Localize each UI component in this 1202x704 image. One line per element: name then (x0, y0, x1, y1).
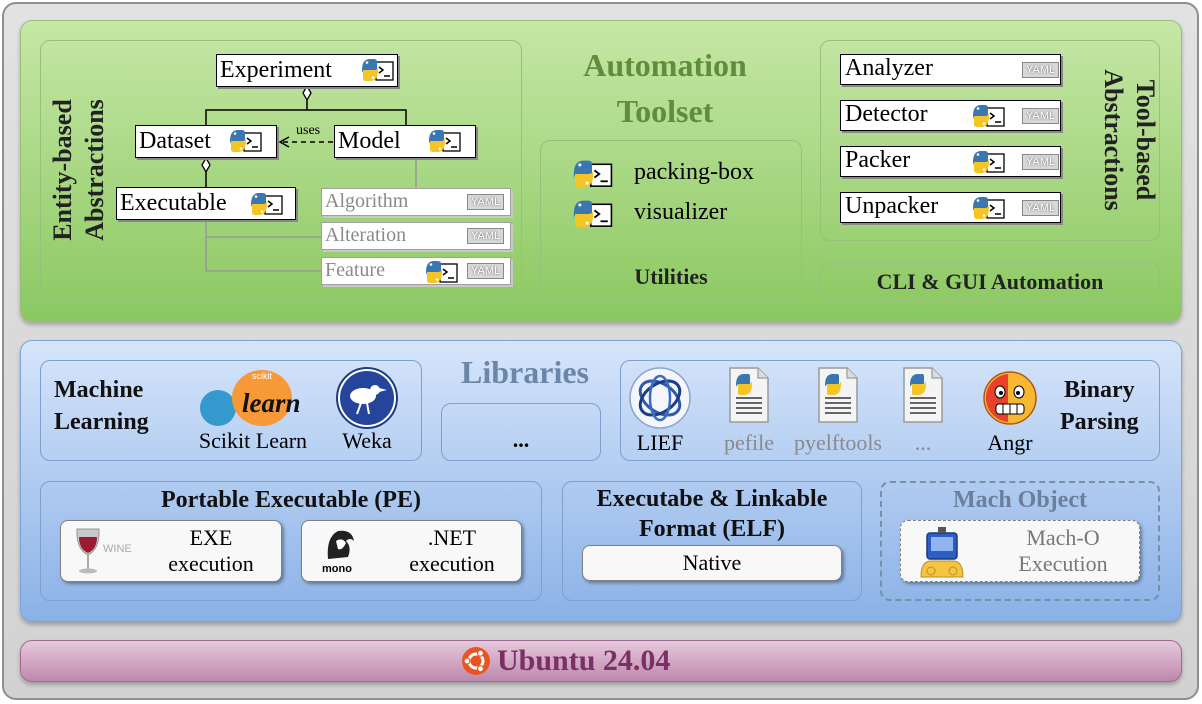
python-shell-icon (572, 199, 613, 229)
lief-label: LIEF (636, 430, 684, 455)
elf-title: Executabe & Linkable Format (ELF) (596, 486, 828, 542)
entity-model-label: Model (338, 128, 401, 154)
tool-analyzer-label: Analyzer (845, 55, 933, 81)
scikit-learn-label: Scikit Learn (198, 428, 308, 453)
ubuntu-label: Ubuntu 24.04 (497, 644, 671, 677)
scikit-logo-text: scikit (252, 371, 272, 381)
python-shell-icon (425, 260, 458, 284)
weka-bird-icon (336, 367, 398, 429)
entity-alteration: Alteration YAML (321, 222, 511, 250)
more-libraries: ... (441, 403, 601, 461)
python-shell-icon (229, 129, 262, 153)
wine-glass-icon (76, 528, 100, 574)
robot-mascot-icon (920, 527, 964, 578)
python-shell-icon (428, 129, 461, 153)
mono-logo-text: mono (322, 563, 352, 575)
entity-feature: Feature YAML (321, 257, 511, 285)
tool-detector-label: Detector (845, 101, 928, 127)
pe-title: Portable Executable (PE) (161, 487, 421, 513)
utility-packing-box-label: packing-box (634, 159, 754, 185)
tool-packer: Packer YAML (840, 146, 1061, 177)
net-execution-label: .NET execution (409, 525, 495, 576)
exe-execution-card: WINE EXE execution (60, 520, 282, 582)
mach-object-title: Mach Object (953, 487, 1087, 513)
tool-detector: Detector YAML (840, 100, 1061, 131)
entity-algorithm: Algorithm YAML (321, 188, 511, 216)
entity-model: Model (334, 125, 476, 158)
exe-execution-label: EXE execution (168, 525, 254, 576)
python-document-icon (729, 367, 769, 423)
ubuntu-logo-icon (462, 647, 490, 675)
uses-label: uses (296, 123, 321, 138)
entity-algorithm-label: Algorithm (325, 190, 409, 212)
macho-execution-card: Mach-O Execution (900, 520, 1140, 582)
angr-face-icon (983, 371, 1037, 425)
tool-packer-label: Packer (845, 147, 911, 173)
more-parsers-label: ... (914, 430, 932, 455)
entity-dataset-label: Dataset (139, 128, 211, 154)
entity-experiment: Experiment (216, 54, 398, 87)
weka-label: Weka (342, 428, 392, 453)
elf-native-card: Native (582, 545, 842, 581)
cli-gui-automation: CLI & GUI Automation (820, 262, 1160, 301)
entity-alteration-label: Alteration (325, 224, 407, 246)
libraries-title: Libraries (461, 354, 589, 390)
machine-learning-label: Machine Learning (54, 377, 149, 435)
yaml-icon: YAML (467, 228, 505, 244)
utility-visualizer: visualizer (566, 196, 796, 230)
binary-parsing-label: Binary Parsing (1060, 377, 1139, 435)
python-shell-icon (972, 196, 1005, 220)
macho-execution-label: Mach-O Execution (1018, 525, 1108, 576)
angr-label: Angr (987, 430, 1033, 455)
entity-executable-label: Executable (120, 190, 227, 216)
python-shell-icon (972, 104, 1005, 128)
mono-monkey-icon (327, 530, 354, 559)
pefile-label: pefile (723, 430, 775, 455)
python-document-icon (903, 367, 943, 423)
wine-logo-text: WINE (103, 543, 132, 555)
python-shell-icon (250, 192, 283, 216)
tool-abstractions-label: Tool-based Abstractions (1099, 69, 1160, 211)
python-shell-icon (361, 58, 394, 82)
utility-visualizer-label: visualizer (634, 199, 728, 225)
python-document-icon (818, 367, 858, 423)
lief-logo-icon (629, 367, 691, 429)
tool-unpacker: Unpacker YAML (840, 192, 1061, 223)
python-shell-icon (972, 150, 1005, 174)
entity-executable: Executable (116, 187, 296, 220)
learn-logo-text: learn (242, 388, 301, 418)
yaml-icon: YAML (1022, 154, 1060, 170)
utility-packing-box: packing-box (566, 156, 796, 190)
yaml-icon: YAML (1022, 108, 1060, 124)
pyelftools-label: pyelftools (794, 430, 882, 455)
entity-feature-label: Feature (325, 259, 385, 281)
yaml-icon: YAML (1022, 200, 1060, 216)
yaml-icon: YAML (1022, 62, 1060, 78)
entity-experiment-label: Experiment (220, 57, 332, 83)
tool-unpacker-label: Unpacker (845, 193, 939, 219)
python-shell-icon (572, 159, 613, 189)
utilities-label: Utilities (634, 264, 708, 289)
entity-dataset: Dataset (135, 125, 277, 158)
yaml-icon: YAML (467, 263, 505, 279)
net-execution-card: mono .NET execution (301, 520, 522, 582)
yaml-icon: YAML (467, 194, 505, 210)
tool-analyzer: Analyzer YAML (840, 54, 1061, 85)
